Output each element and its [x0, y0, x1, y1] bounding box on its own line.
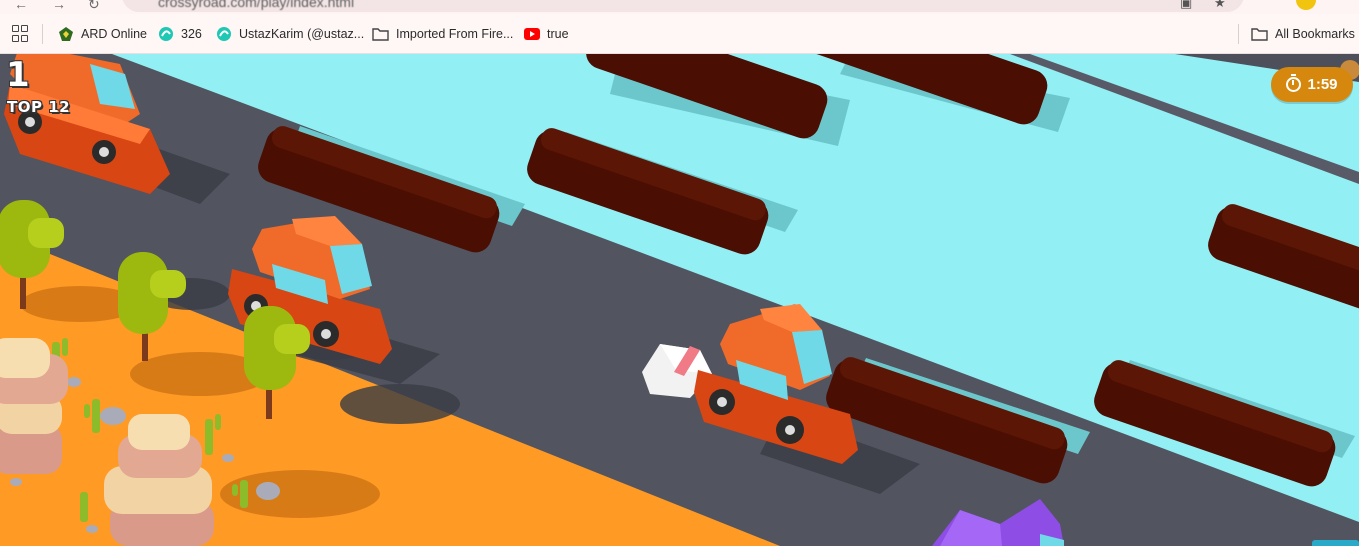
timer-value: 1:59	[1307, 76, 1338, 93]
youtube-favicon-icon	[524, 28, 540, 40]
bookmark-326[interactable]: 326	[158, 24, 202, 44]
apps-grid-icon[interactable]	[12, 25, 28, 42]
bookmark-label: ARD Online	[81, 27, 147, 41]
all-bookmarks-label: All Bookmarks	[1275, 27, 1355, 41]
reload-icon[interactable]: ↻	[88, 0, 100, 13]
profile-avatar[interactable]	[1296, 0, 1316, 10]
bookmark-label: UstazKarim (@ustaz...	[239, 27, 365, 41]
bookmark-imported-folder[interactable]: Imported From Fire...	[372, 24, 513, 44]
bookmarks-divider	[42, 24, 43, 44]
timer-badge: 1:59	[1271, 67, 1353, 102]
edge-ui-bit	[1312, 540, 1359, 546]
bookmarks-bar: ARD Online 326 UstazKarim (@ustaz... Imp…	[0, 14, 1359, 54]
shield-favicon-icon	[58, 26, 74, 42]
rock-mesa	[0, 338, 68, 474]
top-score-label: TOP 12	[7, 98, 71, 116]
bookmarks-divider	[1238, 24, 1239, 44]
bookmark-true[interactable]: true	[524, 24, 569, 44]
all-bookmarks-button[interactable]: All Bookmarks	[1251, 24, 1355, 44]
bookmark-label: Imported From Fire...	[396, 27, 514, 41]
teal-swirl-favicon-icon	[158, 26, 174, 42]
game-canvas[interactable]: 1 TOP 12 1:59	[0, 54, 1359, 546]
folder-icon	[1251, 27, 1268, 41]
bookmark-label: true	[547, 27, 569, 41]
bookmark-ard-online[interactable]: ARD Online	[58, 24, 147, 44]
bookmark-ustazkarim[interactable]: UstazKarim (@ustaz...	[216, 24, 364, 44]
bookmark-label: 326	[181, 27, 202, 41]
bookmark-star-icon[interactable]: ★	[1214, 0, 1226, 11]
address-text[interactable]: crossyroad.com/play/index.html	[158, 0, 354, 10]
game-scene	[0, 54, 1359, 546]
teal-swirl-favicon-icon	[216, 26, 232, 42]
address-bar-area: ← → ↻ crossyroad.com/play/index.html ▣ ★	[0, 0, 1359, 14]
truck	[932, 499, 1064, 546]
back-arrow-icon[interactable]: ←	[14, 0, 28, 12]
install-icon[interactable]: ▣	[1180, 0, 1192, 11]
folder-icon	[372, 27, 389, 41]
forward-arrow-icon[interactable]: →	[52, 0, 66, 12]
stopwatch-icon	[1286, 74, 1302, 92]
score-counter: 1	[6, 55, 30, 95]
